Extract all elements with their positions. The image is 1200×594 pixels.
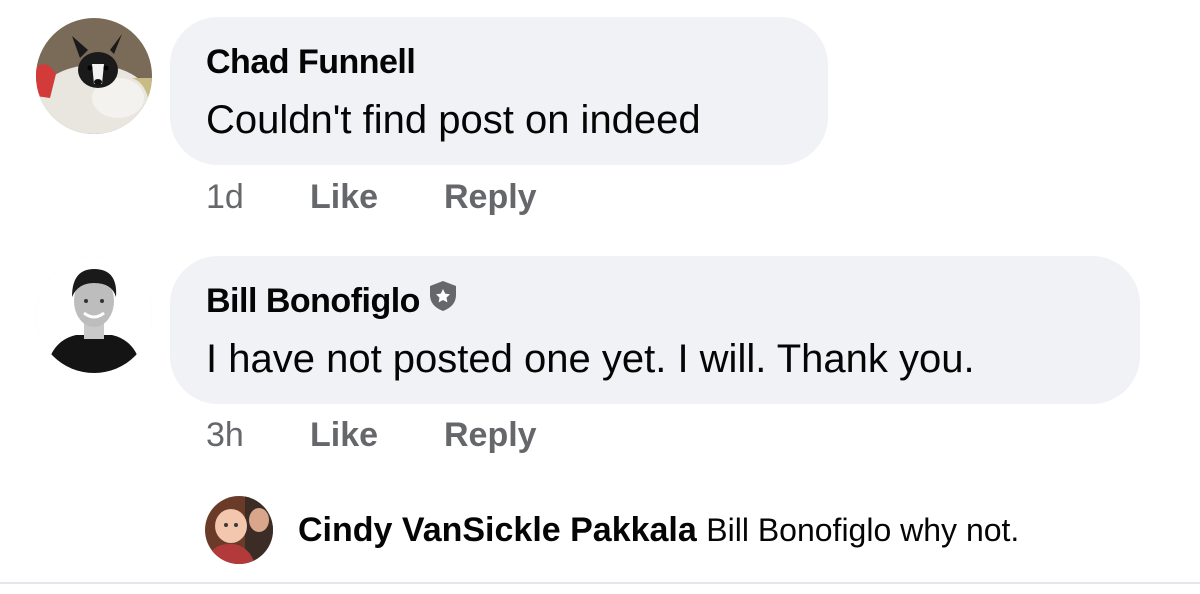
comment-text: I have not posted one yet. I will. Thank…	[206, 337, 975, 381]
comment-thread: Chad Funnell Couldn't find post on indee…	[0, 0, 1200, 594]
comment-bubble: Chad Funnell Couldn't find post on indee…	[170, 17, 828, 165]
chad-funnell-avatar[interactable]	[36, 18, 152, 134]
reply-author[interactable]: Cindy VanSickle Pakkala	[298, 511, 697, 549]
reply-preview[interactable]: Cindy VanSickle Pakkala Bill Bonofiglo w…	[298, 511, 1019, 550]
reply-text: Bill Bonofiglo why not.	[706, 512, 1020, 548]
divider	[0, 582, 1200, 584]
comment-timestamp[interactable]: 3h	[206, 416, 244, 455]
reply-button[interactable]: Reply	[444, 178, 537, 217]
dog-photo-icon	[36, 18, 152, 134]
baby-photo-icon	[205, 496, 273, 564]
person-photo-icon	[36, 257, 152, 373]
comment-text: Couldn't find post on indeed	[206, 98, 701, 142]
like-button[interactable]: Like	[310, 178, 378, 217]
comment-author[interactable]: Chad Funnell	[206, 43, 416, 82]
reply-button[interactable]: Reply	[444, 416, 537, 455]
comment-bubble: Bill Bonofiglo I have not posted one yet…	[170, 256, 1140, 404]
comment-author[interactable]: Bill Bonofiglo	[206, 282, 420, 320]
cindy-vansickle-pakkala-avatar[interactable]	[205, 496, 273, 564]
like-button[interactable]: Like	[310, 416, 378, 455]
bill-bonofiglo-avatar[interactable]	[36, 257, 152, 373]
comment-author-row: Bill Bonofiglo	[206, 280, 458, 324]
comment-timestamp[interactable]: 1d	[206, 178, 244, 217]
admin-shield-icon	[428, 280, 458, 321]
